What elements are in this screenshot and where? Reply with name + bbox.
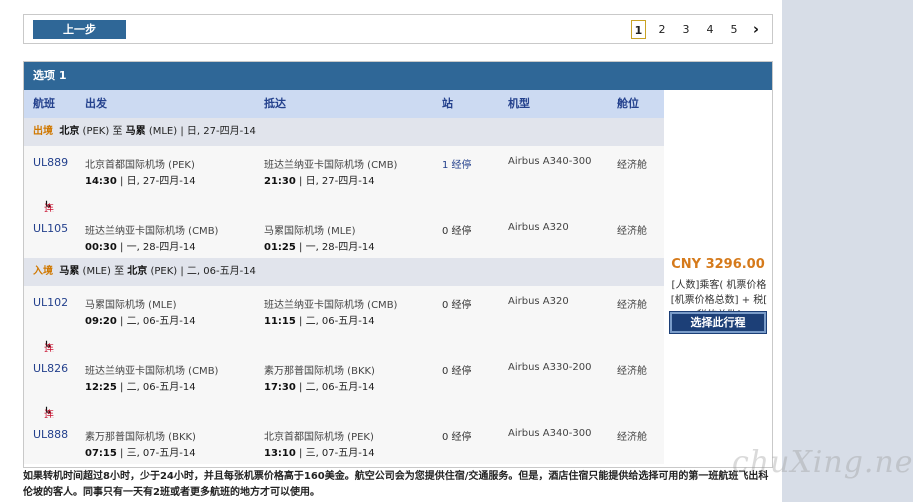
inbound-header: 入境 马累 (MLE) 至 北京 (PEK) | 二, 06-五月-14 [24,258,664,286]
site-watermark: chuXing.net [732,445,913,480]
total-price: CNY 3296.00 [671,257,765,272]
arrival-airport: 素万那普国际机场 (BKK) [264,366,375,377]
chevron-right-icon[interactable]: › [746,21,766,38]
flight-row: UL105 班达兰纳亚卡国际机场 (CMB) 00:30 | 一, 28-四月-… [24,212,664,258]
page-5-link[interactable]: 5 [722,20,746,39]
right-side-panel [782,0,913,502]
cabin-class: 经济舱 [617,432,647,443]
cabin-class: 经济舱 [617,160,647,171]
pagination: 1 2 3 4 5 › [631,20,766,39]
departure-time: 09:20 | 二, 06-五月-14 [85,316,196,327]
arrival-airport: 马累国际机场 (MLE) [264,226,356,237]
aircraft-type: Airbus A320 [508,222,569,233]
inbound-date: | 二, 06-五月-14 [180,266,256,277]
outbound-to-code: (MLE) [148,126,178,137]
departure-time: 00:30 | 一, 28-四月-14 [85,242,196,253]
arrival-airport: 班达兰纳亚卡国际机场 (CMB) [264,160,398,171]
flight-number[interactable]: UL105 [33,222,68,235]
stops-link[interactable]: 1 经停 [442,156,472,171]
page-1-link[interactable]: 1 [631,20,646,39]
aircraft-type: Airbus A340-300 [508,156,592,167]
connection-marker: ↳连接 [24,398,664,436]
arrival-time: 11:15 | 二, 06-五月-14 [264,316,375,327]
aircraft-type: Airbus A330-200 [508,362,592,373]
departure-time: 12:25 | 二, 06-五月-14 [85,382,196,393]
price-panel: CNY 3296.00 [人数]乘客( 机票价格[机票价格总数] + 税[ 税的… [664,90,772,467]
col-aircraft: 机型 [508,97,530,110]
col-cabin: 舱位 [617,97,639,110]
flight-row: UL826 班达兰纳亚卡国际机场 (CMB) 12:25 | 二, 06-五月-… [24,352,664,398]
aircraft-type: Airbus A340-300 [508,428,592,439]
flight-number[interactable]: UL826 [33,362,68,375]
outbound-date: | 日, 27-四月-14 [180,126,256,137]
col-arrive: 抵达 [264,97,286,110]
connection-marker: ↳连接 [24,332,664,370]
flight-row: UL889 北京首都国际机场 (PEK) 14:30 | 日, 27-四月-14… [24,146,664,192]
stops-count: 0 经停 [442,300,472,311]
cabin-class: 经济舱 [617,300,647,311]
inbound-to-city: 北京 [127,266,148,277]
previous-step-button[interactable]: 上一步 [33,20,126,39]
departure-time: 07:15 | 三, 07-五月-14 [85,448,196,459]
itinerary-option: 选项 1 航班 出发 抵达 站 机型 舱位 出境 北京 (PEK) 至 马累 (… [23,61,773,468]
aircraft-type: Airbus A320 [508,296,569,307]
departure-airport: 北京首都国际机场 (PEK) [85,160,195,171]
select-itinerary-button[interactable]: 选择此行程 [669,311,767,334]
col-depart: 出发 [85,97,107,110]
inbound-from-code: (MLE) [82,266,111,277]
column-header-row: 航班 出发 抵达 站 机型 舱位 [24,90,664,118]
connection-marker: ↳连接 [24,192,664,230]
stops-count: 0 经停 [442,366,472,377]
departure-airport: 素万那普国际机场 (BKK) [85,432,196,443]
arrival-time: 17:30 | 二, 06-五月-14 [264,382,375,393]
page-2-link[interactable]: 2 [650,20,674,39]
departure-airport: 班达兰纳亚卡国际机场 (CMB) [85,226,219,237]
inbound-from-city: 马累 [59,266,80,277]
flight-row: UL102 马累国际机场 (MLE) 09:20 | 二, 06-五月-14 班… [24,286,664,332]
inbound-to-code: (PEK) [150,266,178,277]
arrival-airport: 北京首都国际机场 (PEK) [264,432,374,443]
outbound-tag: 出境 [33,126,53,137]
cabin-class: 经济舱 [617,366,647,377]
outbound-header: 出境 北京 (PEK) 至 马累 (MLE) | 日, 27-四月-14 [24,118,664,146]
col-flight: 航班 [33,97,55,110]
page-4-link[interactable]: 4 [698,20,722,39]
navigation-bar: 上一步 1 2 3 4 5 › [23,14,773,44]
stops-count: 0 经停 [442,432,472,443]
inbound-tag: 入境 [33,266,53,277]
departure-time: 14:30 | 日, 27-四月-14 [85,176,196,187]
flight-number[interactable]: UL102 [33,296,68,309]
departure-airport: 马累国际机场 (MLE) [85,300,177,311]
arrival-time: 21:30 | 日, 27-四月-14 [264,176,375,187]
cabin-class: 经济舱 [617,226,647,237]
col-stops: 站 [442,97,453,110]
outbound-from-city: 北京 [59,126,80,137]
arrival-time: 13:10 | 三, 07-五月-14 [264,448,375,459]
inbound-to-word: 至 [114,266,125,277]
arrival-time: 01:25 | 一, 28-四月-14 [264,242,375,253]
page-3-link[interactable]: 3 [674,20,698,39]
outbound-to-city: 马累 [125,126,146,137]
flight-number[interactable]: UL889 [33,156,68,169]
flight-table: 航班 出发 抵达 站 机型 舱位 出境 北京 (PEK) 至 马累 (MLE) … [24,90,664,464]
outbound-from-code: (PEK) [82,126,110,137]
flight-number[interactable]: UL888 [33,428,68,441]
outbound-to-word: 至 [112,126,123,137]
layover-policy-note: 如果转机时间超过8小时，少于24小时，并且每张机票价格高于160美金。航空公司会… [23,471,769,498]
flight-row: UL888 素万那普国际机场 (BKK) 07:15 | 三, 07-五月-14… [24,418,664,464]
arrival-airport: 班达兰纳亚卡国际机场 (CMB) [264,300,398,311]
option-title: 选项 1 [24,62,772,90]
stops-count: 0 经停 [442,226,472,237]
departure-airport: 班达兰纳亚卡国际机场 (CMB) [85,366,219,377]
